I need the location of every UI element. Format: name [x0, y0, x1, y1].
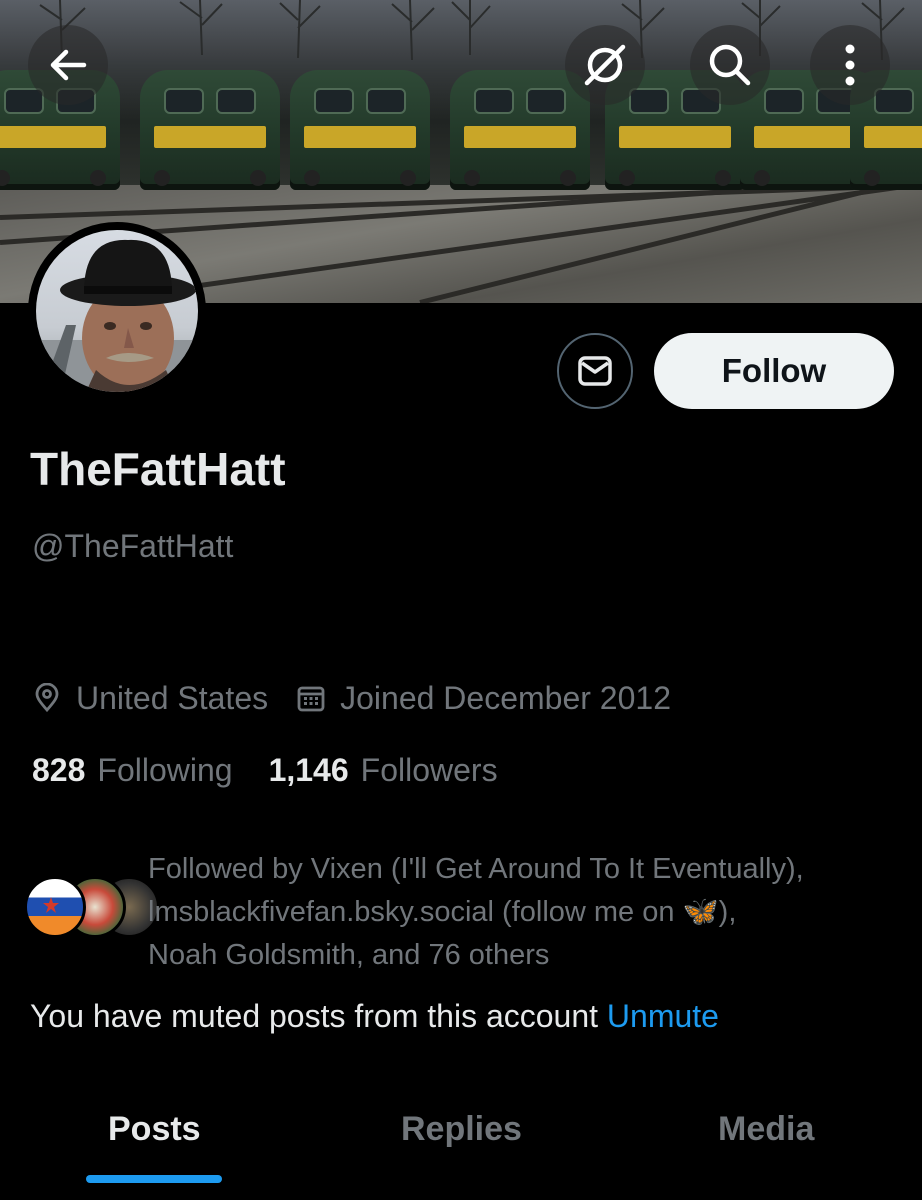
search-button[interactable] [690, 25, 770, 105]
followed-by-line1: Followed by Vixen (I'll Get Around To It… [148, 853, 804, 885]
display-name: TheFattHatt [30, 443, 286, 495]
following-count[interactable]: 828 [32, 752, 85, 789]
muted-notice: You have muted posts from this account U… [30, 998, 719, 1035]
banner-trees [39, 0, 905, 61]
followed-by-line3: Noah Goldsmith, and 76 others [148, 939, 550, 971]
tab-media[interactable]: Media [718, 1110, 814, 1149]
search-icon [709, 44, 751, 86]
more-button[interactable] [810, 25, 890, 105]
location-text: United States [76, 679, 269, 716]
followers-count[interactable]: 1,146 [269, 752, 349, 789]
follower-avatar [24, 876, 86, 938]
muted-text: You have muted posts from this account [30, 998, 607, 1034]
active-tab-indicator [86, 1175, 222, 1183]
butterfly-emoji: 🦋 [682, 896, 719, 928]
locomotive [290, 70, 430, 190]
more-vertical-icon [845, 44, 855, 86]
offline-button[interactable] [565, 25, 645, 105]
follow-stats: 828 Following 1,146 Followers [32, 752, 534, 789]
user-handle: @TheFattHatt [32, 528, 234, 564]
tab-posts[interactable]: Posts [108, 1110, 201, 1149]
avatar-image [36, 230, 198, 392]
locomotive [140, 70, 280, 190]
followers-label[interactable]: Followers [361, 752, 498, 789]
message-button[interactable] [557, 333, 633, 409]
envelope-icon [578, 356, 612, 386]
calendar-icon [297, 686, 325, 712]
followed-by-text[interactable]: Followed by Vixen (I'll Get Around To It… [148, 848, 888, 977]
location-pin-icon [35, 683, 59, 713]
location-item: United States [32, 680, 268, 717]
following-label[interactable]: Following [97, 752, 232, 789]
arrow-left-icon [50, 49, 87, 81]
follow-button[interactable]: Follow [654, 333, 894, 409]
profile-avatar[interactable] [28, 222, 206, 400]
profile-tabs: Posts Replies Media [0, 1090, 922, 1200]
joined-text: Joined December 2012 [340, 679, 671, 716]
followed-by-line2: lmsblackfivefan.bsky.social (follow me o… [148, 896, 737, 928]
tab-replies[interactable]: Replies [401, 1110, 522, 1149]
profile-meta: United States Joined December 2012 [32, 676, 699, 720]
joined-item: Joined December 2012 [296, 680, 671, 717]
unmute-link[interactable]: Unmute [607, 998, 719, 1034]
back-button[interactable] [28, 25, 108, 105]
offline-icon [584, 44, 626, 86]
locomotive [450, 70, 590, 190]
